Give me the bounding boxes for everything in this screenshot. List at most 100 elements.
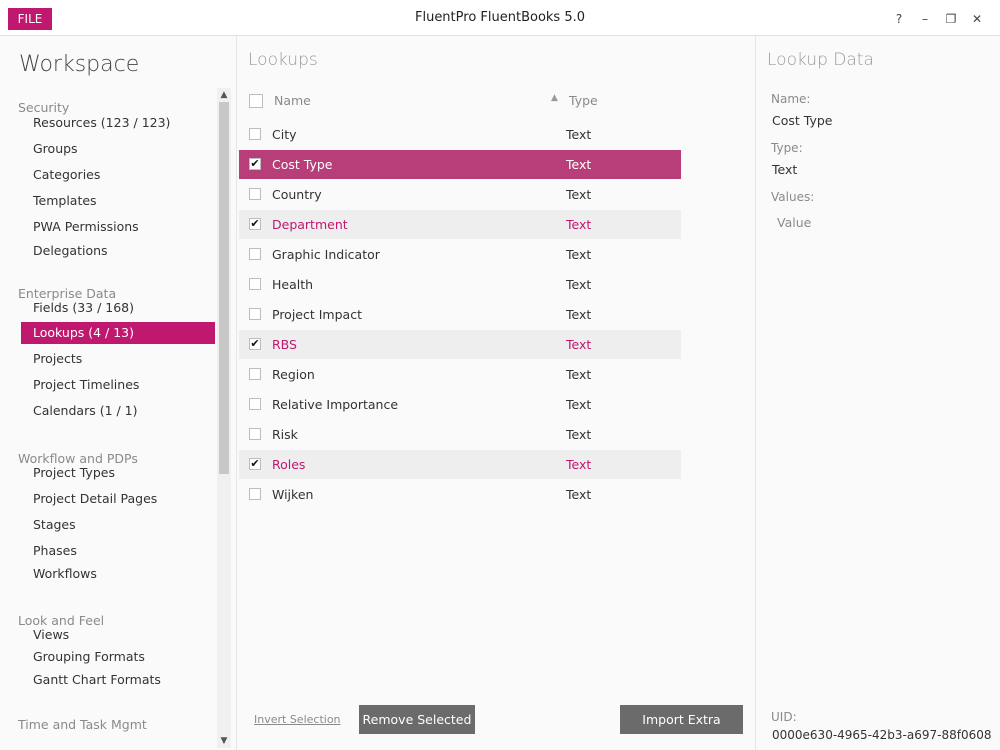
lookups-title: Lookups: [248, 50, 318, 70]
checkbox[interactable]: [249, 188, 261, 200]
lookup-name-cell: Country: [272, 187, 322, 202]
sort-ascending-icon: ▲: [551, 93, 558, 103]
checkbox[interactable]: [249, 398, 261, 410]
table-row[interactable]: ✔ Department Text: [239, 210, 681, 239]
checkbox[interactable]: [249, 428, 261, 440]
scroll-down-icon[interactable]: ▼: [217, 734, 231, 748]
import-extra-button[interactable]: Import Extra: [620, 705, 743, 734]
lookups-header: Name ▲ Type: [239, 88, 681, 114]
values-label: Values:: [771, 190, 815, 204]
lookup-name-cell: Region: [272, 367, 315, 382]
lookup-type-cell: Text: [566, 127, 592, 142]
name-label: Name:: [771, 92, 811, 106]
table-row[interactable]: Health Text: [239, 270, 681, 299]
invert-selection-link[interactable]: Invert Selection: [254, 713, 341, 726]
help-icon[interactable]: ?: [886, 10, 912, 28]
remove-selected-button[interactable]: Remove Selected: [359, 705, 475, 734]
checkbox[interactable]: [249, 308, 261, 320]
lookup-name-cell: Wijken: [272, 487, 314, 502]
workspace-scrollbar[interactable]: ▲ ▼: [217, 88, 231, 748]
sidebar-item[interactable]: Categories: [21, 164, 215, 186]
lookup-type-cell: Text: [566, 457, 592, 472]
checked-checkbox[interactable]: ✔: [249, 458, 261, 470]
restore-icon[interactable]: ❐: [938, 10, 964, 28]
sidebar-item[interactable]: Gantt Chart Formats: [21, 669, 215, 691]
lookup-name-cell: Roles: [272, 457, 306, 472]
workspace-title: Workspace: [19, 52, 140, 77]
checked-checkbox[interactable]: ✔: [249, 218, 261, 230]
lookup-type-cell: Text: [566, 187, 592, 202]
column-header-name[interactable]: Name: [274, 93, 311, 108]
table-row[interactable]: ✔ Roles Text: [239, 450, 681, 479]
lookup-data-panel: Lookup Data Name: Cost Type Type: Text V…: [756, 36, 1000, 750]
lookup-type-cell: Text: [566, 157, 592, 172]
uid-label: UID:: [771, 710, 797, 724]
lookup-name-cell: Department: [272, 217, 348, 232]
nav-group-label: Time and Task Mgmt: [18, 717, 147, 732]
sidebar-item[interactable]: Project Timelines: [21, 374, 215, 396]
lookup-name-cell: Risk: [272, 427, 298, 442]
lookup-type-cell: Text: [566, 247, 592, 262]
minimize-icon[interactable]: –: [912, 10, 938, 28]
table-row[interactable]: Country Text: [239, 180, 681, 209]
sidebar-item[interactable]: Templates: [21, 190, 215, 212]
scroll-thumb[interactable]: [219, 102, 229, 474]
sidebar-item[interactable]: Stages: [21, 514, 215, 536]
table-row[interactable]: ✔ RBS Text: [239, 330, 681, 359]
checkbox[interactable]: [249, 278, 261, 290]
lookup-type-cell: Text: [566, 277, 592, 292]
column-header-type[interactable]: Type: [569, 93, 598, 108]
lookup-data-title: Lookup Data: [767, 50, 874, 70]
table-row[interactable]: ✔ Cost Type Text: [239, 150, 681, 179]
sidebar-item[interactable]: Fields (33 / 168): [21, 297, 215, 319]
sidebar-item[interactable]: Resources (123 / 123): [21, 112, 215, 134]
checked-checkbox[interactable]: ✔: [249, 158, 261, 170]
sidebar-item[interactable]: Grouping Formats: [21, 646, 215, 668]
sidebar-item[interactable]: Project Types: [21, 462, 215, 484]
lookup-name-cell: Project Impact: [272, 307, 362, 322]
sidebar-item[interactable]: Projects: [21, 348, 215, 370]
table-row[interactable]: Project Impact Text: [239, 300, 681, 329]
lookup-type-cell: Text: [566, 427, 592, 442]
sidebar-item[interactable]: Phases: [21, 540, 215, 562]
type-label: Type:: [771, 141, 803, 155]
name-value: Cost Type: [772, 113, 833, 128]
lookup-type-cell: Text: [566, 337, 592, 352]
table-row[interactable]: Graphic Indicator Text: [239, 240, 681, 269]
type-value: Text: [772, 162, 798, 177]
sidebar-item[interactable]: Views: [21, 624, 215, 646]
table-row[interactable]: City Text: [239, 120, 681, 149]
sidebar-item[interactable]: Project Detail Pages: [21, 488, 215, 510]
table-row[interactable]: Region Text: [239, 360, 681, 389]
lookup-name-cell: Relative Importance: [272, 397, 399, 412]
checkbox[interactable]: [249, 368, 261, 380]
values-column-header: Value: [777, 215, 812, 230]
workspace-panel: Workspace ▲ ▼ Security Resources (123 / 1…: [0, 36, 237, 750]
table-row[interactable]: Risk Text: [239, 420, 681, 449]
table-row[interactable]: Wijken Text: [239, 480, 681, 509]
lookup-name-cell: Health: [272, 277, 314, 292]
app-title: FluentPro FluentBooks 5.0: [414, 10, 585, 25]
checkbox[interactable]: [249, 488, 261, 500]
sidebar-item[interactable]: Calendars (1 / 1): [21, 400, 215, 422]
scroll-up-icon[interactable]: ▲: [217, 88, 231, 102]
sidebar-item[interactable]: Workflows: [21, 563, 215, 585]
lookup-name-cell: Graphic Indicator: [272, 247, 380, 262]
lookup-type-cell: Text: [566, 487, 592, 502]
select-all-checkbox[interactable]: [249, 94, 263, 108]
sidebar-item[interactable]: Delegations: [21, 240, 215, 262]
checkbox[interactable]: [249, 248, 261, 260]
lookup-name-cell: Cost Type: [272, 157, 333, 172]
checkbox[interactable]: [249, 128, 261, 140]
table-row[interactable]: Relative Importance Text: [239, 390, 681, 419]
lookup-type-cell: Text: [566, 217, 592, 232]
sidebar-item[interactable]: PWA Permissions: [21, 216, 215, 238]
lookups-panel: Lookups Name ▲ Type City Text ✔ Cost Type Te…: [237, 36, 756, 750]
sidebar-item[interactable]: Lookups (4 / 13): [21, 322, 215, 344]
sidebar-item[interactable]: Groups: [21, 138, 215, 160]
close-icon[interactable]: ✕: [964, 10, 990, 28]
checked-checkbox[interactable]: ✔: [249, 338, 261, 350]
lookup-type-cell: Text: [566, 397, 592, 412]
title-bar: FILE FluentPro FluentBooks 5.0 ? – ❐ ✕: [0, 0, 1000, 36]
lookup-type-cell: Text: [566, 367, 592, 382]
